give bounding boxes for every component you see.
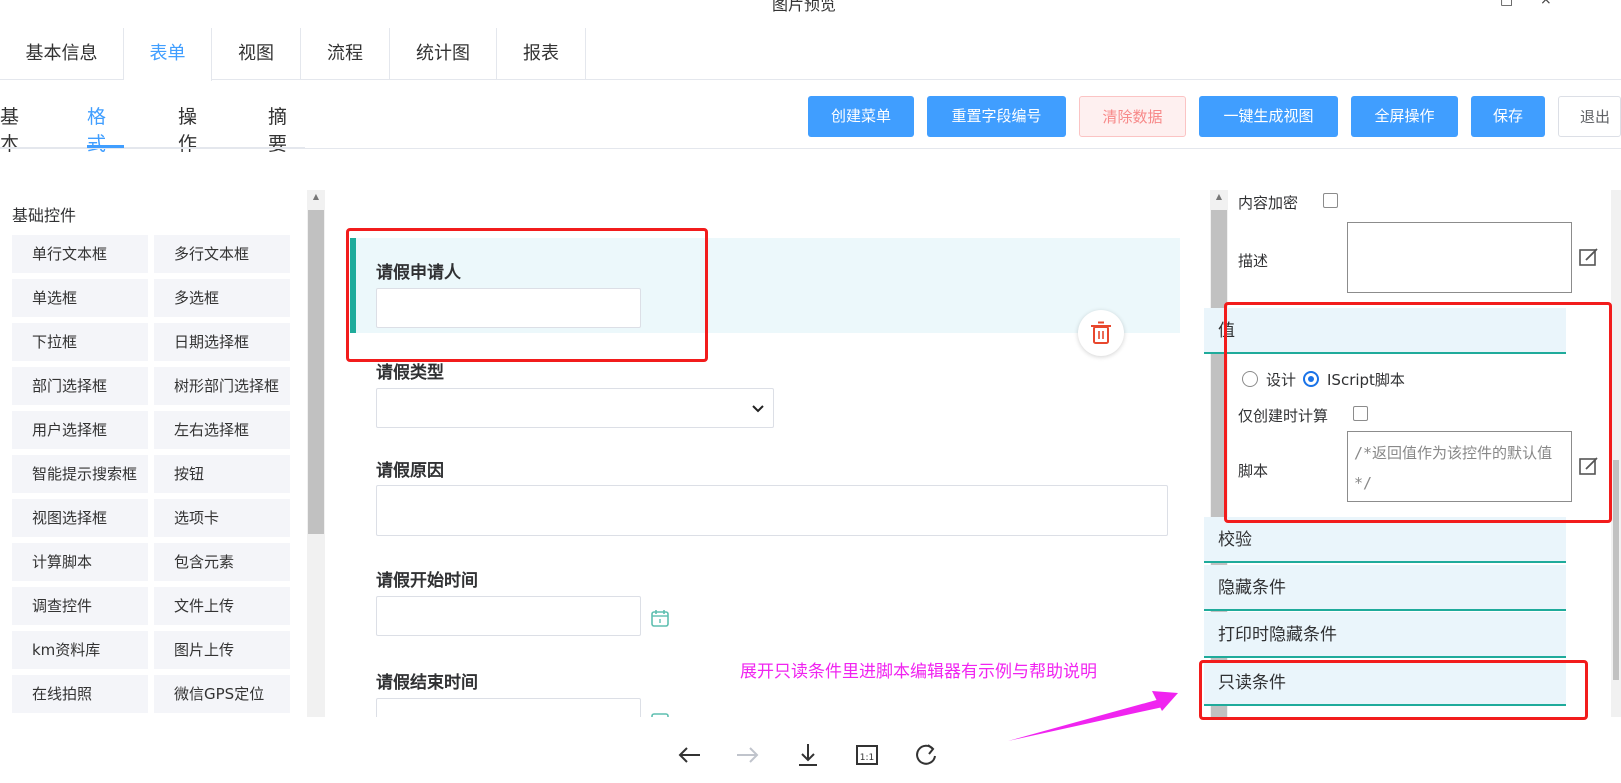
annotation-box-readonly [1199,660,1588,720]
close-icon[interactable]: × [1540,0,1552,8]
palette-item[interactable]: 下拉框 [12,323,148,361]
tab-report[interactable]: 报表 [497,28,586,80]
field-label-start-time: 请假开始时间 [376,571,478,591]
component-palette: 基础控件 单行文本框 多行文本框 单选框 多选框 下拉框 日期选择框 部门选择框… [0,195,290,717]
palette-item[interactable]: 视图选择框 [12,499,148,537]
palette-item[interactable]: 调查控件 [12,587,148,625]
palette-item[interactable]: km资料库 [12,631,148,669]
calendar-icon[interactable] [650,710,670,717]
field-label-end-time: 请假结束时间 [376,673,478,693]
palette-item[interactable]: 用户选择框 [12,411,148,449]
palette-title: 基础控件 [12,206,77,225]
palette-item[interactable]: 文件上传 [154,587,290,625]
top-tab-bar: 基本信息 表单 视图 流程 统计图 报表 [0,28,1621,81]
tab-flow[interactable]: 流程 [301,28,390,80]
props-right-scrollbar[interactable] [1611,190,1621,717]
trash-icon [1091,321,1111,344]
leave-reason-input[interactable] [376,485,1168,536]
field-label-leave-reason: 请假原因 [376,461,444,481]
download-icon[interactable] [791,740,825,770]
end-time-input[interactable] [376,698,641,717]
section-hidden-condition[interactable]: 隐藏条件 [1204,565,1566,611]
tab-form[interactable]: 表单 [124,28,212,81]
annotation-arrow-icon [1008,691,1178,741]
annotation-box-value [1224,302,1612,523]
description-label: 描述 [1238,252,1269,270]
tab-view[interactable]: 视图 [212,28,301,80]
fullscreen-button[interactable]: 全屏操作 [1351,96,1458,137]
chevron-down-icon [752,405,764,413]
delete-field-button[interactable] [1078,310,1124,356]
palette-item[interactable]: 选项卡 [154,499,290,537]
start-time-input[interactable] [376,596,641,636]
annotation-box-applicant [346,228,708,362]
next-arrow-icon[interactable] [731,740,765,770]
palette-item[interactable]: 在线拍照 [12,675,148,713]
actual-size-icon[interactable]: 1:1 [850,740,884,770]
palette-item[interactable]: 树形部门选择框 [154,367,290,405]
palette-item[interactable]: 多选框 [154,279,290,317]
edit-icon[interactable] [1578,246,1600,268]
props-right-scroll-thumb[interactable] [1613,460,1619,680]
save-button[interactable]: 保存 [1471,96,1545,137]
section-validation[interactable]: 校验 [1204,517,1566,563]
palette-item[interactable]: 单行文本框 [12,235,148,273]
encrypt-label: 内容加密 [1238,194,1299,212]
palette-item[interactable]: 图片上传 [154,631,290,669]
encrypt-checkbox[interactable] [1323,193,1338,208]
window-title-bar: 图片预览 □ × [0,0,1621,26]
toolbar-divider [0,148,1621,149]
leave-type-select[interactable] [376,388,774,428]
palette-item[interactable]: 部门选择框 [12,367,148,405]
palette-item[interactable]: 左右选择框 [154,411,290,449]
create-menu-button[interactable]: 创建菜单 [808,96,914,137]
rotate-icon[interactable] [909,740,943,770]
palette-item[interactable]: 日期选择框 [154,323,290,361]
exit-button[interactable]: 退出 [1558,96,1621,137]
svg-text:1:1: 1:1 [860,753,874,763]
calendar-icon[interactable] [650,608,670,628]
prev-arrow-icon[interactable] [672,740,706,770]
palette-item[interactable]: 多行文本框 [154,235,290,273]
generate-view-button[interactable]: 一键生成视图 [1199,96,1338,137]
window-title: 图片预览 [772,0,837,14]
section-print-hidden-condition[interactable]: 打印时隐藏条件 [1204,612,1566,658]
description-textarea[interactable] [1347,222,1572,293]
reset-field-numbers-button[interactable]: 重置字段编号 [927,96,1066,137]
annotation-text: 展开只读条件里进脚本编辑器有示例与帮助说明 [740,662,1097,682]
palette-item[interactable]: 包含元素 [154,543,290,581]
palette-item[interactable]: 按钮 [154,455,290,493]
palette-item[interactable]: 微信GPS定位 [154,675,290,713]
palette-item[interactable]: 单选框 [12,279,148,317]
tab-basic-info[interactable]: 基本信息 [0,28,124,80]
palette-item[interactable]: 计算脚本 [12,543,148,581]
palette-item[interactable]: 智能提示搜索框 [12,455,148,493]
tab-chart[interactable]: 统计图 [390,28,497,80]
maximize-icon[interactable]: □ [1500,0,1513,8]
clear-data-button[interactable]: 清除数据 [1079,96,1186,137]
